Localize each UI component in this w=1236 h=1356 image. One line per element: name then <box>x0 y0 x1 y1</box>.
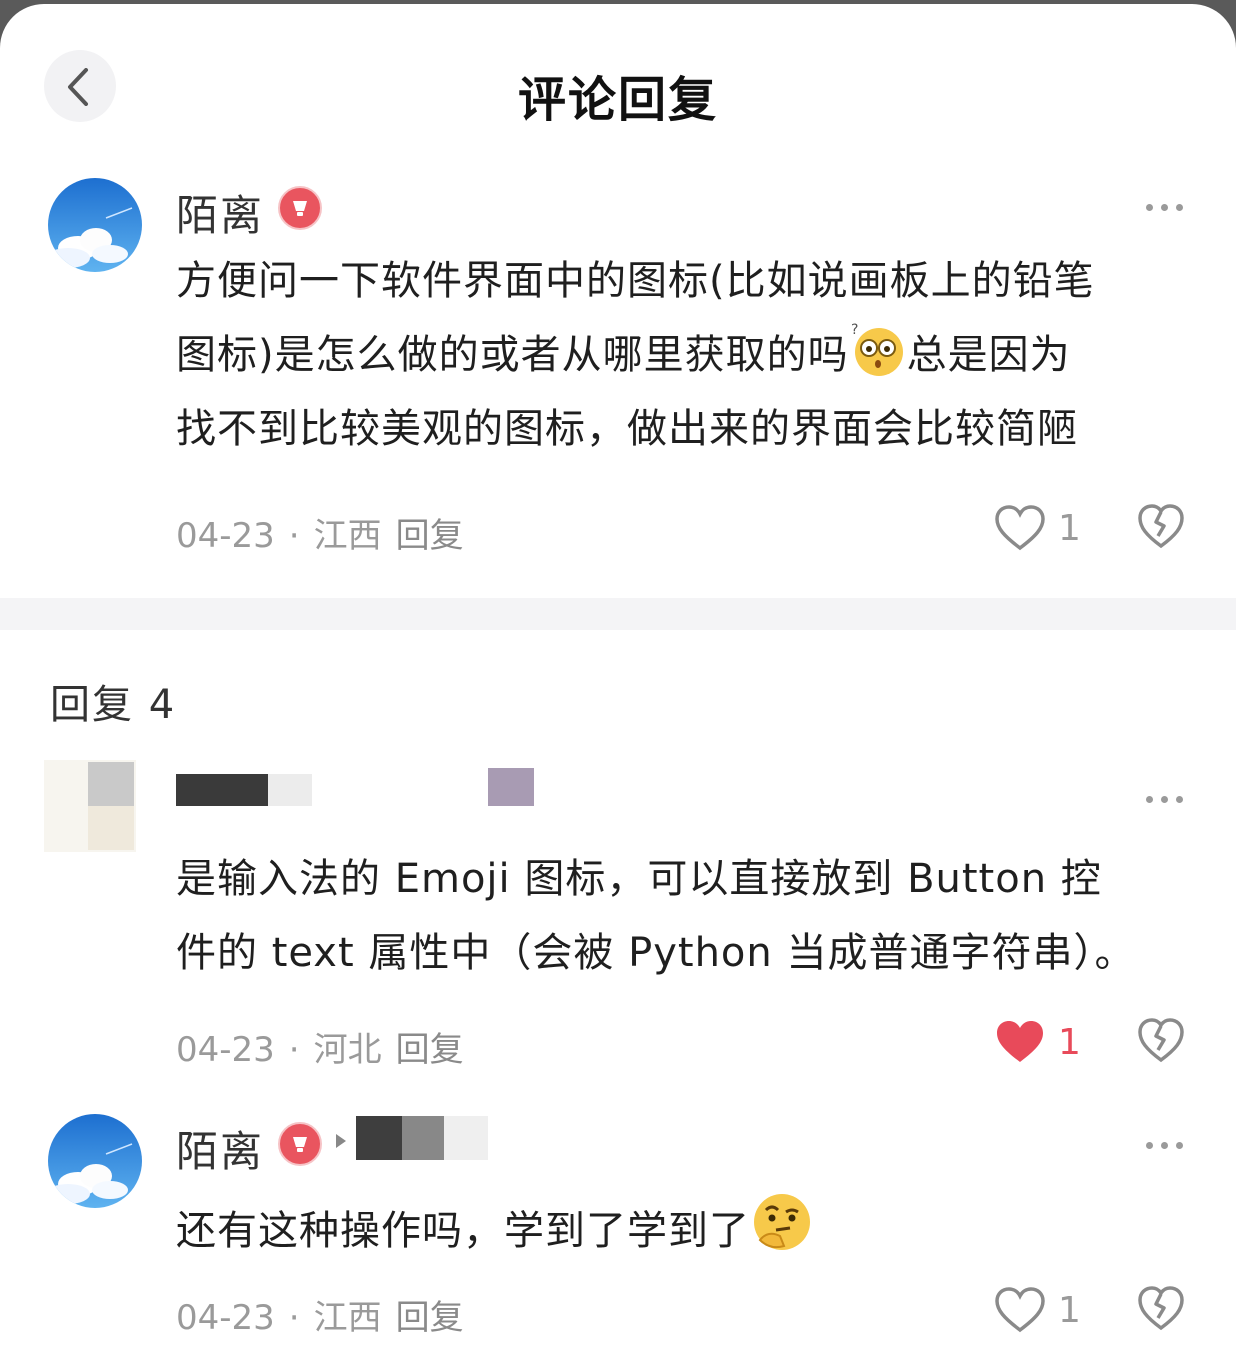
avatar[interactable] <box>48 178 142 272</box>
heart-icon <box>995 505 1045 551</box>
avatar[interactable] <box>48 1114 142 1208</box>
heart-filled-icon <box>997 1021 1043 1062</box>
broken-heart-icon <box>1138 504 1184 549</box>
broken-heart-icon <box>1138 1286 1184 1331</box>
comment-location: 江西 <box>313 516 382 556</box>
reply-location: 江西 <box>313 1298 382 1338</box>
reply-line: 件的 text 属性中（会被 Python 当成普通字符串）。 <box>176 930 1136 976</box>
comment-line: 图标)是怎么做的或者从哪里获取的吗 ? 总是因为 <box>176 320 1071 378</box>
dislike-button[interactable] <box>1136 502 1186 552</box>
dislike-button[interactable] <box>1136 1284 1186 1334</box>
reply-line: 是输入法的 Emoji 图标，可以直接放到 Button 控 <box>176 856 1102 902</box>
like-count: 1 <box>1058 1290 1081 1331</box>
reply-arrow-icon <box>336 1134 346 1148</box>
thinking-face-emoji <box>750 1190 814 1254</box>
reply-button[interactable]: 回复 <box>396 516 464 556</box>
like-button[interactable] <box>994 504 1046 552</box>
page-title: 评论回复 <box>517 72 718 128</box>
heart-icon <box>995 1287 1045 1333</box>
more-options-button[interactable] <box>1144 790 1188 810</box>
comment-line: 找不到比较美观的图标，做出来的界面会比较简陋 <box>176 406 1078 452</box>
like-count: 1 <box>1058 508 1081 549</box>
reply-body: 是输入法的 Emoji 图标，可以直接放到 Button 控 件的 text 属… <box>176 842 1216 990</box>
header: 评论回复 <box>0 4 1236 174</box>
svg-text:?: ? <box>851 322 859 338</box>
cup-badge-icon <box>278 1122 322 1166</box>
cup-badge-icon <box>278 186 322 230</box>
reply-body: 还有这种操作吗，学到了学到了 <box>176 1190 1196 1268</box>
reply-location: 河北 <box>313 1030 382 1070</box>
dislike-button[interactable] <box>1136 1016 1186 1066</box>
like-button[interactable] <box>994 1286 1046 1334</box>
screen: 评论回复 陌离 方便问一下软件界面中的图标(比如说画板上的铅笔 图标)是怎么做的… <box>0 4 1236 1356</box>
reply-target-redacted[interactable] <box>356 1116 402 1160</box>
reply-button[interactable]: 回复 <box>396 1298 464 1338</box>
comment-body: 方便问一下软件界面中的图标(比如说画板上的铅笔 图标)是怎么做的或者从哪里获取的… <box>176 244 1196 466</box>
reply-meta: 04-23 · 河北 回复 <box>176 1030 464 1070</box>
like-button[interactable] <box>994 1018 1046 1066</box>
avatar-redacted[interactable] <box>44 760 136 852</box>
reply-date: 04-23 <box>176 1030 275 1070</box>
surprised-face-emoji: ? <box>849 320 907 378</box>
comment-line: 方便问一下软件界面中的图标(比如说画板上的铅笔 <box>176 258 1095 304</box>
reply-target-redacted-part <box>444 1116 488 1160</box>
sky-avatar-image <box>48 178 142 272</box>
username[interactable]: 陌离 <box>176 1118 264 1179</box>
like-count: 1 <box>1058 1022 1081 1063</box>
section-divider <box>0 598 1236 630</box>
reply-meta: 04-23 · 江西 回复 <box>176 1298 464 1338</box>
username-redacted[interactable] <box>176 774 268 806</box>
username[interactable]: 陌离 <box>176 182 264 243</box>
sky-avatar-image <box>48 1114 142 1208</box>
replies-heading: 回复 4 <box>50 682 177 728</box>
more-options-button[interactable] <box>1144 1136 1188 1156</box>
reply-date: 04-23 <box>176 1298 275 1338</box>
badge-redacted <box>488 768 534 806</box>
more-options-button[interactable] <box>1144 198 1188 218</box>
comment-meta: 04-23 · 江西 回复 <box>176 516 464 556</box>
reply-button[interactable]: 回复 <box>396 1030 464 1070</box>
broken-heart-icon <box>1138 1018 1184 1063</box>
username-redacted-part <box>268 774 312 806</box>
reply-target-redacted-part <box>402 1116 444 1160</box>
comment-date: 04-23 <box>176 516 275 556</box>
